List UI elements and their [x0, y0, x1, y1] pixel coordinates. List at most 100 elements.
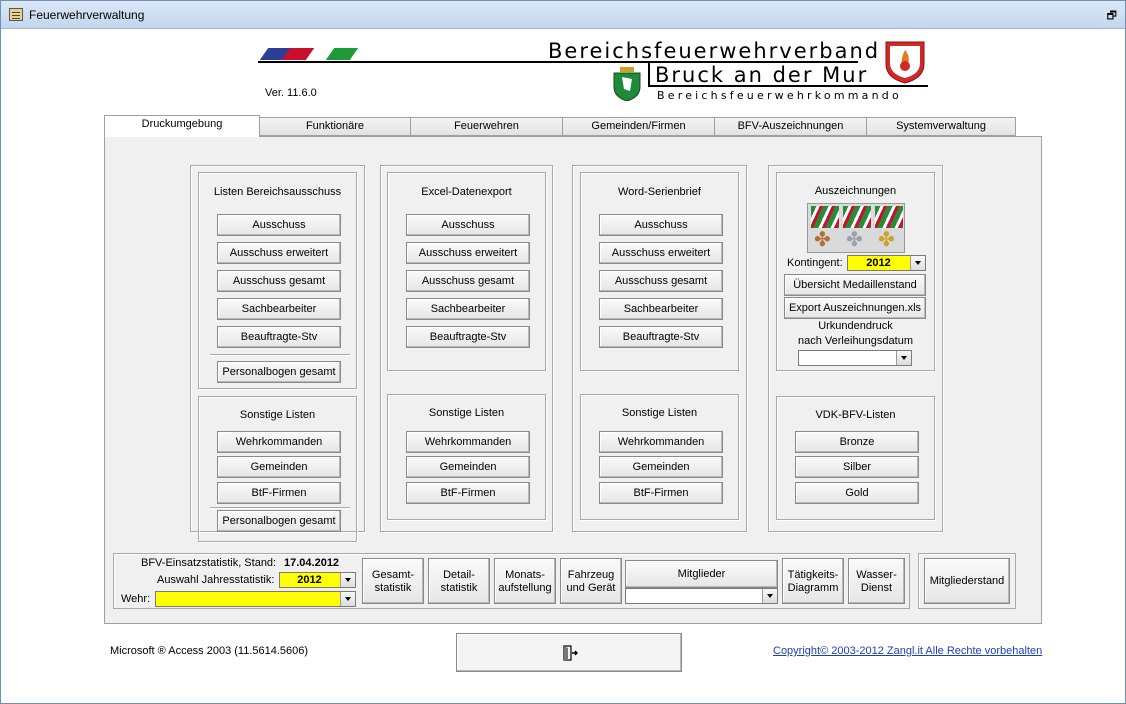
group-title: Auszeichnungen [814, 185, 897, 197]
jahresstatistik-label: Auswahl Jahresstatistik: [157, 574, 275, 586]
word-beauftragte-button[interactable]: Beauftragte-Stv [599, 326, 723, 348]
mitgliederstand-button[interactable]: Mitgliederstand [924, 558, 1010, 604]
access-version-label: Microsoft ® Access 2003 (11.5614.5606) [110, 645, 309, 657]
word-gemeinden-button[interactable]: Gemeinden [599, 456, 723, 478]
button-label-line: statistik [374, 582, 412, 594]
group-title: Sonstige Listen [239, 409, 316, 421]
header-rule-vertical [648, 63, 650, 87]
tab-funktionaere[interactable]: Funktionäre [259, 117, 411, 136]
chevron-down-icon[interactable] [896, 351, 911, 365]
vdk-silber-button[interactable]: Silber [795, 456, 919, 478]
styria-crest-icon [613, 67, 641, 101]
excel-sachbearbeiter-button[interactable]: Sachbearbeiter [406, 298, 530, 320]
window-title: Feuerwehrverwaltung [29, 8, 145, 22]
org-name-line2: Bruck an der Mur [655, 63, 869, 87]
restore-window-icon[interactable]: 🗗 [1107, 7, 1117, 26]
word-ausschuss-erweitert-button[interactable]: Ausschuss erweitert [599, 242, 723, 264]
listen-gemeinden-button[interactable]: Gemeinden [217, 456, 341, 478]
word-ausschuss-gesamt-button[interactable]: Ausschuss gesamt [599, 270, 723, 292]
kontingent-label: Kontingent: [787, 257, 843, 269]
vdk-gold-button[interactable]: Gold [795, 482, 919, 504]
chevron-down-icon[interactable] [910, 256, 925, 270]
excel-btf-firmen-button[interactable]: BtF-Firmen [406, 482, 530, 504]
mitglieder-combo[interactable] [625, 588, 778, 604]
button-label-line: Dienst [860, 582, 893, 594]
mitglieder-button[interactable]: Mitglieder [625, 560, 778, 588]
listen-wehrkommanden-button[interactable]: Wehrkommanden [217, 431, 341, 453]
tab-feuerwehren[interactable]: Feuerwehren [410, 117, 563, 136]
jahresstatistik-combo[interactable]: 2012 [279, 572, 356, 588]
listen-ausschuss-gesamt-button[interactable]: Ausschuss gesamt [217, 270, 341, 292]
button-label-line: Monats- [505, 569, 545, 581]
group-title: VDK-BFV-Listen [815, 409, 896, 421]
monatsaufstellung-button[interactable]: Monats- aufstellung [494, 558, 556, 604]
title-bar[interactable]: Feuerwehrverwaltung 🗗 [1, 1, 1125, 29]
tab-bfv-auszeichnungen[interactable]: BFV-Auszeichnungen [714, 117, 867, 136]
word-btf-firmen-button[interactable]: BtF-Firmen [599, 482, 723, 504]
button-label-line: Fahrzeug [567, 569, 615, 581]
word-wehrkommanden-button[interactable]: Wehrkommanden [599, 431, 723, 453]
org-name-line1: Bereichsfeuerwehrverband [548, 39, 881, 63]
org-name-line3: Bereichsfeuerwehrkommando [657, 89, 902, 102]
exit-door-icon [563, 645, 578, 661]
button-label-line: Tätigkeits- [787, 569, 839, 581]
einsatzstatistik-label: BFV-Einsatzstatistik, Stand: [141, 557, 277, 569]
group-title: Word-Serienbrief [618, 186, 701, 198]
tab-systemverwaltung[interactable]: Systemverwaltung [866, 117, 1016, 136]
listen-ausschuss-button[interactable]: Ausschuss [217, 214, 341, 236]
separator [210, 507, 350, 508]
listen-sonstige-personalbogen-button[interactable]: Personalbogen gesamt [217, 510, 341, 532]
vdk-bronze-button[interactable]: Bronze [795, 431, 919, 453]
group-title: Sonstige Listen [428, 407, 505, 419]
taetigkeitsdiagramm-button[interactable]: Tätigkeits- Diagramm [782, 558, 844, 604]
button-label-line: statistik [440, 582, 478, 594]
listen-personalbogen-button[interactable]: Personalbogen gesamt [217, 361, 341, 383]
fahrzeug-geraet-button[interactable]: Fahrzeug und Gerät [560, 558, 622, 604]
button-label-line: aufstellung [498, 582, 552, 594]
tab-druckumgebung[interactable]: Druckumgebung [104, 115, 260, 137]
group-title: Excel-Datenexport [421, 186, 512, 198]
copyright-link[interactable]: Copyright© 2003-2012 Zangl.it Alle Recht… [773, 645, 1042, 657]
export-auszeichnungen-button[interactable]: Export Auszeichnungen.xls [784, 297, 926, 319]
chevron-down-icon[interactable] [340, 592, 355, 606]
excel-ausschuss-button[interactable]: Ausschuss [406, 214, 530, 236]
listen-sachbearbeiter-button[interactable]: Sachbearbeiter [217, 298, 341, 320]
excel-ausschuss-erweitert-button[interactable]: Ausschuss erweitert [406, 242, 530, 264]
listen-ausschuss-erweitert-button[interactable]: Ausschuss erweitert [217, 242, 341, 264]
separator [210, 354, 350, 355]
medals-image: ✤ ✤ ✤ [807, 203, 905, 253]
uebersicht-medaillenstand-button[interactable]: Übersicht Medaillenstand [784, 274, 926, 296]
chevron-down-icon[interactable] [762, 589, 777, 603]
wehr-combo[interactable] [155, 591, 356, 607]
excel-ausschuss-gesamt-button[interactable]: Ausschuss gesamt [406, 270, 530, 292]
jahresstatistik-value: 2012 [297, 574, 322, 586]
gesamtstatistik-button[interactable]: Gesamt- statistik [362, 558, 424, 604]
urkundendruck-label: Urkundendruck [818, 320, 893, 332]
notepad-icon [9, 8, 23, 21]
einsatzstatistik-stand: 17.04.2012 [284, 557, 340, 569]
button-label-line: Detail- [443, 569, 475, 581]
kontingent-combo[interactable]: 2012 [847, 255, 926, 271]
kontingent-value: 2012 [866, 257, 891, 269]
fire-brigade-logo-icon [885, 41, 925, 84]
button-label-line: und Gerät [566, 582, 616, 594]
wehr-label: Wehr: [121, 593, 151, 605]
group-title: Listen Bereichsausschuss [213, 186, 342, 198]
word-sachbearbeiter-button[interactable]: Sachbearbeiter [599, 298, 723, 320]
word-ausschuss-button[interactable]: Ausschuss [599, 214, 723, 236]
verleihungsdatum-combo[interactable] [798, 350, 912, 366]
listen-btf-firmen-button[interactable]: BtF-Firmen [217, 482, 341, 504]
excel-wehrkommanden-button[interactable]: Wehrkommanden [406, 431, 530, 453]
excel-gemeinden-button[interactable]: Gemeinden [406, 456, 530, 478]
excel-beauftragte-button[interactable]: Beauftragte-Stv [406, 326, 530, 348]
wasserdienst-button[interactable]: Wasser- Dienst [848, 558, 905, 604]
button-label-line: Wasser- [856, 569, 897, 581]
listen-beauftragte-button[interactable]: Beauftragte-Stv [217, 326, 341, 348]
version-label: Ver. 11.6.0 [265, 87, 317, 99]
exit-button[interactable] [456, 633, 682, 672]
chevron-down-icon[interactable] [340, 573, 355, 587]
button-label-line: Gesamt- [371, 569, 415, 581]
detailstatistik-button[interactable]: Detail- statistik [428, 558, 490, 604]
verleihungsdatum-label: nach Verleihungsdatum [798, 335, 913, 347]
tab-gemeinden-firmen[interactable]: Gemeinden/Firmen [562, 117, 715, 136]
